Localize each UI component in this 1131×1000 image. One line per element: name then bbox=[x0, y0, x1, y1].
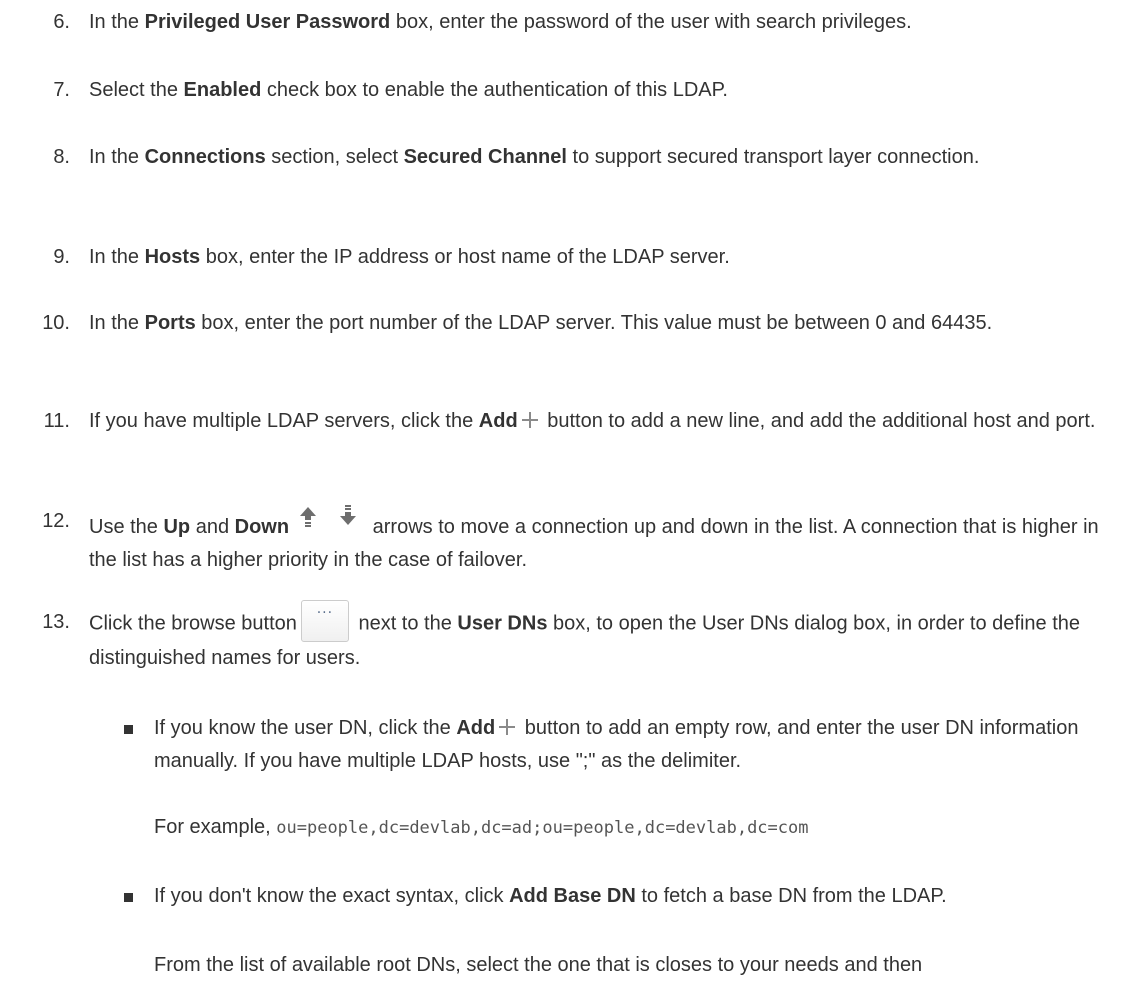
text: Select the bbox=[89, 79, 184, 101]
text: to fetch a base DN from the LDAP. bbox=[635, 885, 947, 907]
bullet-item-known-dn: If you know the user DN, click the Add b… bbox=[154, 712, 1114, 778]
text: box, enter the IP address or host name o… bbox=[200, 246, 730, 268]
plus-icon bbox=[499, 719, 516, 735]
bullet-icon bbox=[124, 725, 133, 734]
ui-term: Connections bbox=[144, 146, 266, 168]
ui-term: Add bbox=[478, 410, 518, 432]
text: and bbox=[190, 516, 235, 538]
step-text: Select the Enabled check box to enable t… bbox=[89, 74, 1119, 107]
text: next to the bbox=[352, 612, 458, 635]
plus-icon bbox=[521, 412, 538, 428]
text: In the bbox=[89, 246, 145, 268]
arrow-up-icon bbox=[300, 507, 317, 527]
step-number: 7. bbox=[53, 79, 70, 101]
arrow-down-icon bbox=[340, 505, 357, 525]
text: box, enter the password of the user with… bbox=[390, 11, 912, 33]
step-number: 13. bbox=[42, 611, 70, 633]
step-text: In the Ports box, enter the port number … bbox=[89, 307, 1119, 340]
text: If you have multiple LDAP servers, click… bbox=[89, 410, 479, 432]
step-number: 12. bbox=[42, 510, 70, 532]
ui-term: Privileged User Password bbox=[144, 11, 391, 33]
text: button to add a new line, and add the ad… bbox=[541, 410, 1096, 432]
ui-term: Add bbox=[456, 717, 496, 739]
ui-term: User DNs bbox=[457, 612, 548, 635]
text: check box to enable the authentication o… bbox=[261, 79, 728, 101]
browse-button[interactable]: ··· bbox=[300, 600, 349, 642]
text: Use the bbox=[89, 516, 164, 538]
step-text: In the Privileged User Password box, ent… bbox=[89, 6, 1119, 39]
example-code: ou=people,dc=devlab,dc=ad;ou=people,dc=d… bbox=[276, 818, 809, 838]
text: section, select bbox=[265, 146, 404, 168]
ui-term: Ports bbox=[144, 312, 196, 334]
bullet-item-unknown-syntax: If you don't know the exact syntax, clic… bbox=[154, 880, 1114, 913]
text: Click the browse button bbox=[89, 612, 297, 635]
step-number: 9. bbox=[53, 246, 70, 268]
ui-term: Enabled bbox=[183, 79, 262, 101]
text: If you know the user DN, click the bbox=[154, 717, 457, 739]
ellipsis-icon: ··· bbox=[316, 605, 334, 621]
text: to support secured transport layer conne… bbox=[566, 146, 980, 168]
text: If you don't know the exact syntax, clic… bbox=[154, 885, 510, 907]
step-number: 6. bbox=[53, 11, 70, 33]
step-text: In the Connections section, select Secur… bbox=[89, 141, 1119, 174]
text: box, enter the port number of the LDAP s… bbox=[195, 312, 993, 334]
text: In the bbox=[89, 312, 145, 334]
trailing-paragraph: From the list of available root DNs, sel… bbox=[154, 954, 923, 976]
step-number: 10. bbox=[42, 312, 70, 334]
step-text: Click the browse button ··· next to the U… bbox=[89, 600, 1119, 675]
bullet-icon bbox=[124, 893, 133, 902]
step-number: 11. bbox=[43, 410, 70, 432]
ui-term: Down bbox=[234, 516, 290, 538]
document-page: 6. In the Privileged User Password box, … bbox=[0, 0, 1131, 1000]
step-text: If you have multiple LDAP servers, click… bbox=[89, 405, 1119, 438]
ui-term: Up bbox=[163, 516, 191, 538]
text: In the bbox=[89, 11, 145, 33]
ui-term: Hosts bbox=[144, 246, 201, 268]
ui-term: Secured Channel bbox=[403, 146, 567, 168]
step-text: In the Hosts box, enter the IP address o… bbox=[89, 241, 1119, 274]
text: In the bbox=[89, 146, 145, 168]
example-label: For example, bbox=[154, 816, 277, 838]
step-number: 8. bbox=[53, 146, 70, 168]
example-line: For example, ou=people,dc=devlab,dc=ad;o… bbox=[154, 811, 1114, 845]
ui-term: Add Base DN bbox=[509, 885, 636, 907]
step-text: Use the Up and Down arrows to move a con… bbox=[89, 505, 1119, 577]
